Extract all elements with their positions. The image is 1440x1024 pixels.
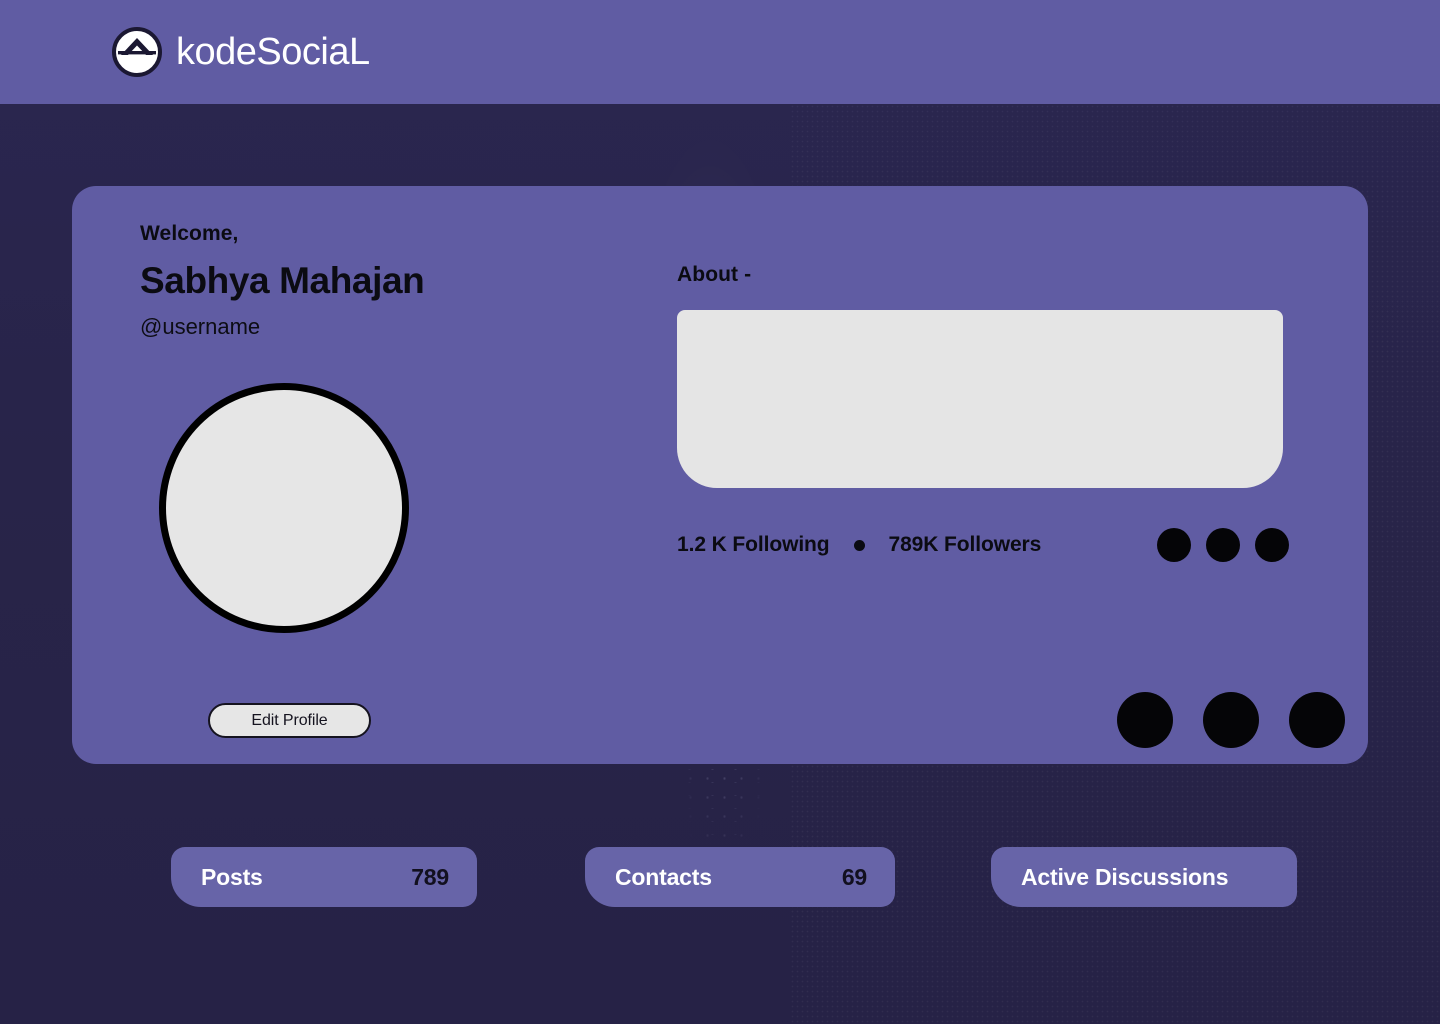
- small-dot-1[interactable]: [1157, 528, 1191, 562]
- following-count[interactable]: 1.2 K Following: [677, 533, 830, 557]
- large-dot-1[interactable]: [1117, 692, 1173, 748]
- stat-pill-contacts[interactable]: Contacts 69: [585, 847, 895, 907]
- followers-count[interactable]: 789K Followers: [889, 533, 1042, 557]
- stat-pill-value: 789: [411, 863, 449, 890]
- large-dot-2[interactable]: [1203, 692, 1259, 748]
- app-header: kodeSociaL: [0, 0, 1440, 104]
- avatar[interactable]: [159, 383, 409, 633]
- stat-pill-label: Posts: [201, 863, 263, 890]
- large-dot-3[interactable]: [1289, 692, 1345, 748]
- welcome-label: Welcome,: [140, 222, 239, 245]
- stat-pill-active-discussions[interactable]: Active Discussions: [991, 847, 1297, 907]
- brand-logo[interactable]: kodeSociaL: [112, 27, 370, 77]
- small-dot-3[interactable]: [1255, 528, 1289, 562]
- stat-pill-label: Active Discussions: [1021, 863, 1229, 890]
- stat-pill-label: Contacts: [615, 863, 712, 890]
- stat-pill-posts[interactable]: Posts 789: [171, 847, 477, 907]
- edit-profile-button[interactable]: Edit Profile: [208, 703, 371, 738]
- large-action-dots: [1117, 692, 1345, 748]
- about-text-box[interactable]: [677, 310, 1283, 488]
- stats-separator-dot: [853, 539, 865, 551]
- profile-name: Sabhya Mahajan: [140, 260, 425, 302]
- small-action-dots: [1157, 528, 1289, 562]
- social-stats-row: 1.2 K Following 789K Followers: [677, 533, 1041, 557]
- about-label: About -: [677, 263, 752, 286]
- profile-handle: @username: [140, 313, 261, 339]
- small-dot-2[interactable]: [1206, 528, 1240, 562]
- stat-pill-value: 69: [841, 863, 867, 890]
- brand-name: kodeSociaL: [176, 31, 370, 73]
- app-root: kodeSociaL Welcome, Sabhya Mahajan @user…: [0, 0, 1440, 1024]
- profile-identity-block: Welcome, Sabhya Mahajan @username: [140, 222, 620, 339]
- chevron-in-circle-logo-icon: [112, 27, 162, 77]
